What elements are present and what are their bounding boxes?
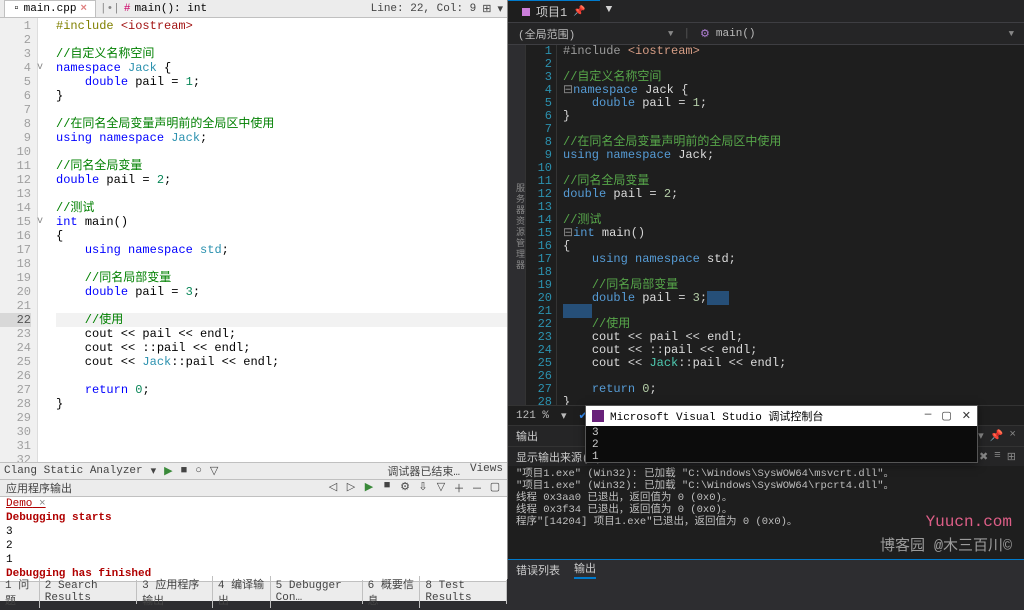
zoom-out-icon[interactable]: － bbox=[471, 480, 483, 496]
console-output[interactable]: 321 bbox=[586, 426, 977, 464]
vs-nav-bar: (全局范围)▼ | ⚙main()▼ bbox=[508, 23, 1024, 45]
record-icon[interactable]: ○ bbox=[195, 465, 202, 477]
more-icon[interactable]: ▾ bbox=[497, 2, 503, 16]
zoom-level[interactable]: 121 % bbox=[516, 410, 549, 422]
prev-icon[interactable]: ◁ bbox=[327, 480, 339, 496]
bottom-tabs: 1 问题2 Search Results3 应用程序输出4 编译输出5 Debu… bbox=[0, 581, 507, 601]
function-indicator[interactable]: main(): int bbox=[134, 3, 207, 15]
vs-file-tab[interactable]: 项目1 📌 bbox=[508, 0, 600, 22]
anchor-icon[interactable]: ⇩ bbox=[417, 480, 429, 496]
bottom-tab[interactable]: 4 编译输出 bbox=[213, 576, 271, 608]
close-tab-icon[interactable]: × bbox=[80, 3, 87, 15]
toggle-icon[interactable]: ⊞ bbox=[1007, 450, 1016, 464]
console-title: Microsoft Visual Studio 调试控制台 bbox=[610, 408, 823, 424]
split-view-icon[interactable]: ⊞ bbox=[482, 2, 491, 16]
vs-editor[interactable]: 服务器资源管理器 1234567891011121314151617181920… bbox=[508, 45, 1024, 405]
views-button[interactable]: Views bbox=[470, 463, 503, 479]
next-icon[interactable]: ▷ bbox=[345, 480, 357, 496]
left-tab-bar: ▫ main.cpp × |•| # main(): int Line: 22,… bbox=[0, 0, 507, 18]
left-gutter[interactable]: 123v4567891011121314v1516171819202122232… bbox=[0, 18, 38, 462]
run-icon[interactable]: ▶ bbox=[363, 480, 375, 496]
bottom-tab[interactable]: 8 Test Results bbox=[420, 580, 507, 604]
analyzer-dropdown-icon[interactable]: ▾ bbox=[151, 464, 157, 478]
server-explorer-tab[interactable]: 服务器资源管理器 bbox=[508, 45, 526, 405]
close-output-icon[interactable]: ▢ bbox=[489, 480, 501, 496]
watermark-cnblogs: 博客园 @木三百川© bbox=[880, 534, 1012, 555]
watermark-yuucn: Yuucn.com bbox=[926, 513, 1012, 531]
output-pin-icon[interactable]: 📌 bbox=[990, 429, 1004, 443]
bottom-tab[interactable]: 6 概要信息 bbox=[363, 576, 421, 608]
vs-tab-bar: 项目1 📌 ▼ bbox=[508, 0, 1024, 23]
file-tab-main-cpp[interactable]: ▫ main.cpp × bbox=[4, 0, 96, 17]
stop-icon[interactable]: ■ bbox=[181, 465, 188, 477]
play-icon[interactable]: ▶ bbox=[164, 464, 172, 478]
output-close-icon[interactable]: × bbox=[1009, 429, 1016, 443]
vs-code[interactable]: #include <iostream>//自定义名称空间⊟namespace J… bbox=[556, 45, 1024, 405]
clear-icon[interactable]: ✖ bbox=[979, 450, 988, 464]
minimize-icon[interactable]: — bbox=[925, 409, 932, 423]
errorlist-tab[interactable]: 错误列表 bbox=[516, 562, 560, 578]
vs-tab-label: 项目1 bbox=[536, 3, 567, 20]
visual-studio-pane: 项目1 📌 ▼ (全局范围)▼ | ⚙main()▼ 服务器资源管理器 1234… bbox=[508, 0, 1024, 579]
file-icon: ▫ bbox=[13, 3, 20, 15]
vs-file-icon bbox=[522, 8, 530, 16]
left-editor[interactable]: 123v4567891011121314v1516171819202122232… bbox=[0, 18, 507, 462]
debug-output[interactable]: Debugging starts321Debugging has finishe… bbox=[0, 511, 507, 581]
debug-console-window[interactable]: Microsoft Visual Studio 调试控制台 — ▢ ✕ 321 bbox=[585, 405, 978, 463]
bottom-tab[interactable]: 1 问题 bbox=[0, 576, 40, 608]
close-window-icon[interactable]: ✕ bbox=[962, 409, 971, 423]
left-code[interactable]: #include <iostream>//自定义名称空间namespace Ja… bbox=[38, 18, 507, 462]
filter-icon[interactable]: ▽ bbox=[210, 464, 218, 478]
bottom-tab[interactable]: 3 应用程序输出 bbox=[137, 576, 213, 608]
console-titlebar[interactable]: Microsoft Visual Studio 调试控制台 — ▢ ✕ bbox=[586, 406, 977, 426]
hash-icon: # bbox=[124, 3, 131, 15]
tab-dropdown-icon[interactable]: ▼ bbox=[600, 0, 619, 22]
attach-icon[interactable]: ⚙ bbox=[399, 480, 411, 496]
tab-marker: |•| bbox=[100, 3, 120, 15]
output-dropdown-icon[interactable]: ▾ bbox=[978, 429, 984, 443]
nav-func[interactable]: ⚙main()▼ bbox=[690, 27, 1024, 41]
bottom-tab[interactable]: 2 Search Results bbox=[40, 580, 137, 604]
nav-scope[interactable]: (全局范围)▼ bbox=[508, 26, 683, 42]
output-panel-title: 输出 bbox=[516, 428, 538, 444]
pin-icon[interactable]: 📌 bbox=[573, 6, 585, 18]
stop-output-icon[interactable]: ■ bbox=[381, 480, 393, 496]
qt-creator-pane: ▫ main.cpp × |•| # main(): int Line: 22,… bbox=[0, 0, 508, 579]
maximize-icon[interactable]: ▢ bbox=[941, 409, 951, 423]
filter-output-icon[interactable]: ▽ bbox=[435, 480, 447, 496]
file-tab-label: main.cpp bbox=[24, 3, 77, 15]
output-title: 应用程序输出 bbox=[6, 480, 72, 496]
debugger-end-label: 调试器已结束… bbox=[387, 463, 460, 479]
demo-tab[interactable]: Demo × bbox=[0, 496, 507, 511]
vs-gutter[interactable]: 1234567891011121314151617181920212223242… bbox=[526, 45, 556, 405]
zoom-dropdown-icon[interactable]: ▾ bbox=[561, 409, 567, 423]
analyzer-bar: Clang Static Analyzer ▾ ▶ ■ ○ ▽ 调试器已结束… … bbox=[0, 462, 507, 479]
status-line-col: Line: 22, Col: 9 ⊞ ▾ bbox=[371, 2, 503, 16]
wrap-icon[interactable]: ≡ bbox=[994, 450, 1001, 464]
output-header: 应用程序输出 ◁ ▷ ▶ ■ ⚙ ⇩ ▽ ＋ － ▢ bbox=[0, 479, 507, 496]
zoom-in-icon[interactable]: ＋ bbox=[453, 480, 465, 496]
vs-bottom-tabs: 错误列表 输出 bbox=[508, 559, 1024, 579]
close-demo-icon[interactable]: × bbox=[39, 498, 46, 510]
analyzer-label[interactable]: Clang Static Analyzer bbox=[4, 465, 143, 477]
output-tab[interactable]: 输出 bbox=[574, 560, 596, 579]
bottom-tab[interactable]: 5 Debugger Con… bbox=[271, 580, 363, 604]
vs-logo-icon bbox=[592, 410, 604, 422]
